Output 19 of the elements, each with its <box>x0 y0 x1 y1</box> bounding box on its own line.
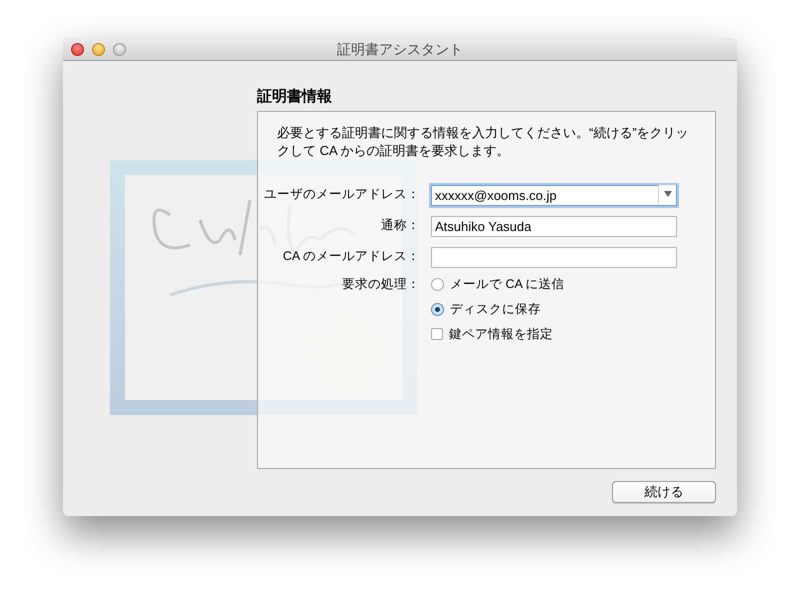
key-pair-checkbox[interactable]: 鍵ペア情報を指定 <box>431 324 553 344</box>
field-label: 通称： <box>381 218 420 232</box>
zoom-button[interactable] <box>113 42 126 56</box>
dropdown-button[interactable] <box>658 184 676 204</box>
input-field[interactable]: Atsuhiko Yasuda <box>431 216 677 236</box>
email-combo-box[interactable]: xxxxxx@xooms.co.jp <box>431 184 677 206</box>
section-title: 証明書情報 <box>257 87 333 107</box>
field-label: 要求の処理： <box>342 277 420 291</box>
field-label: ユーザのメールアドレス： <box>264 187 420 201</box>
close-button[interactable] <box>71 42 84 56</box>
input-field[interactable] <box>431 246 677 268</box>
minimize-button[interactable] <box>92 42 105 56</box>
radio-button[interactable]: メールで CA に送信 <box>431 274 565 294</box>
dropdown-arrow-icon <box>664 191 672 197</box>
radio-button[interactable]: ディスクに保存 <box>431 300 541 319</box>
description-text: 必要とする証明書に関する情報を入力してください。“続ける”をクリックして CA からの証明書を要求します。 <box>276 124 690 160</box>
field-label: CA のメールアドレス： <box>282 249 420 263</box>
continue-button[interactable]: 続ける <box>612 481 716 503</box>
window-title: 証明書アシスタント <box>337 40 463 58</box>
